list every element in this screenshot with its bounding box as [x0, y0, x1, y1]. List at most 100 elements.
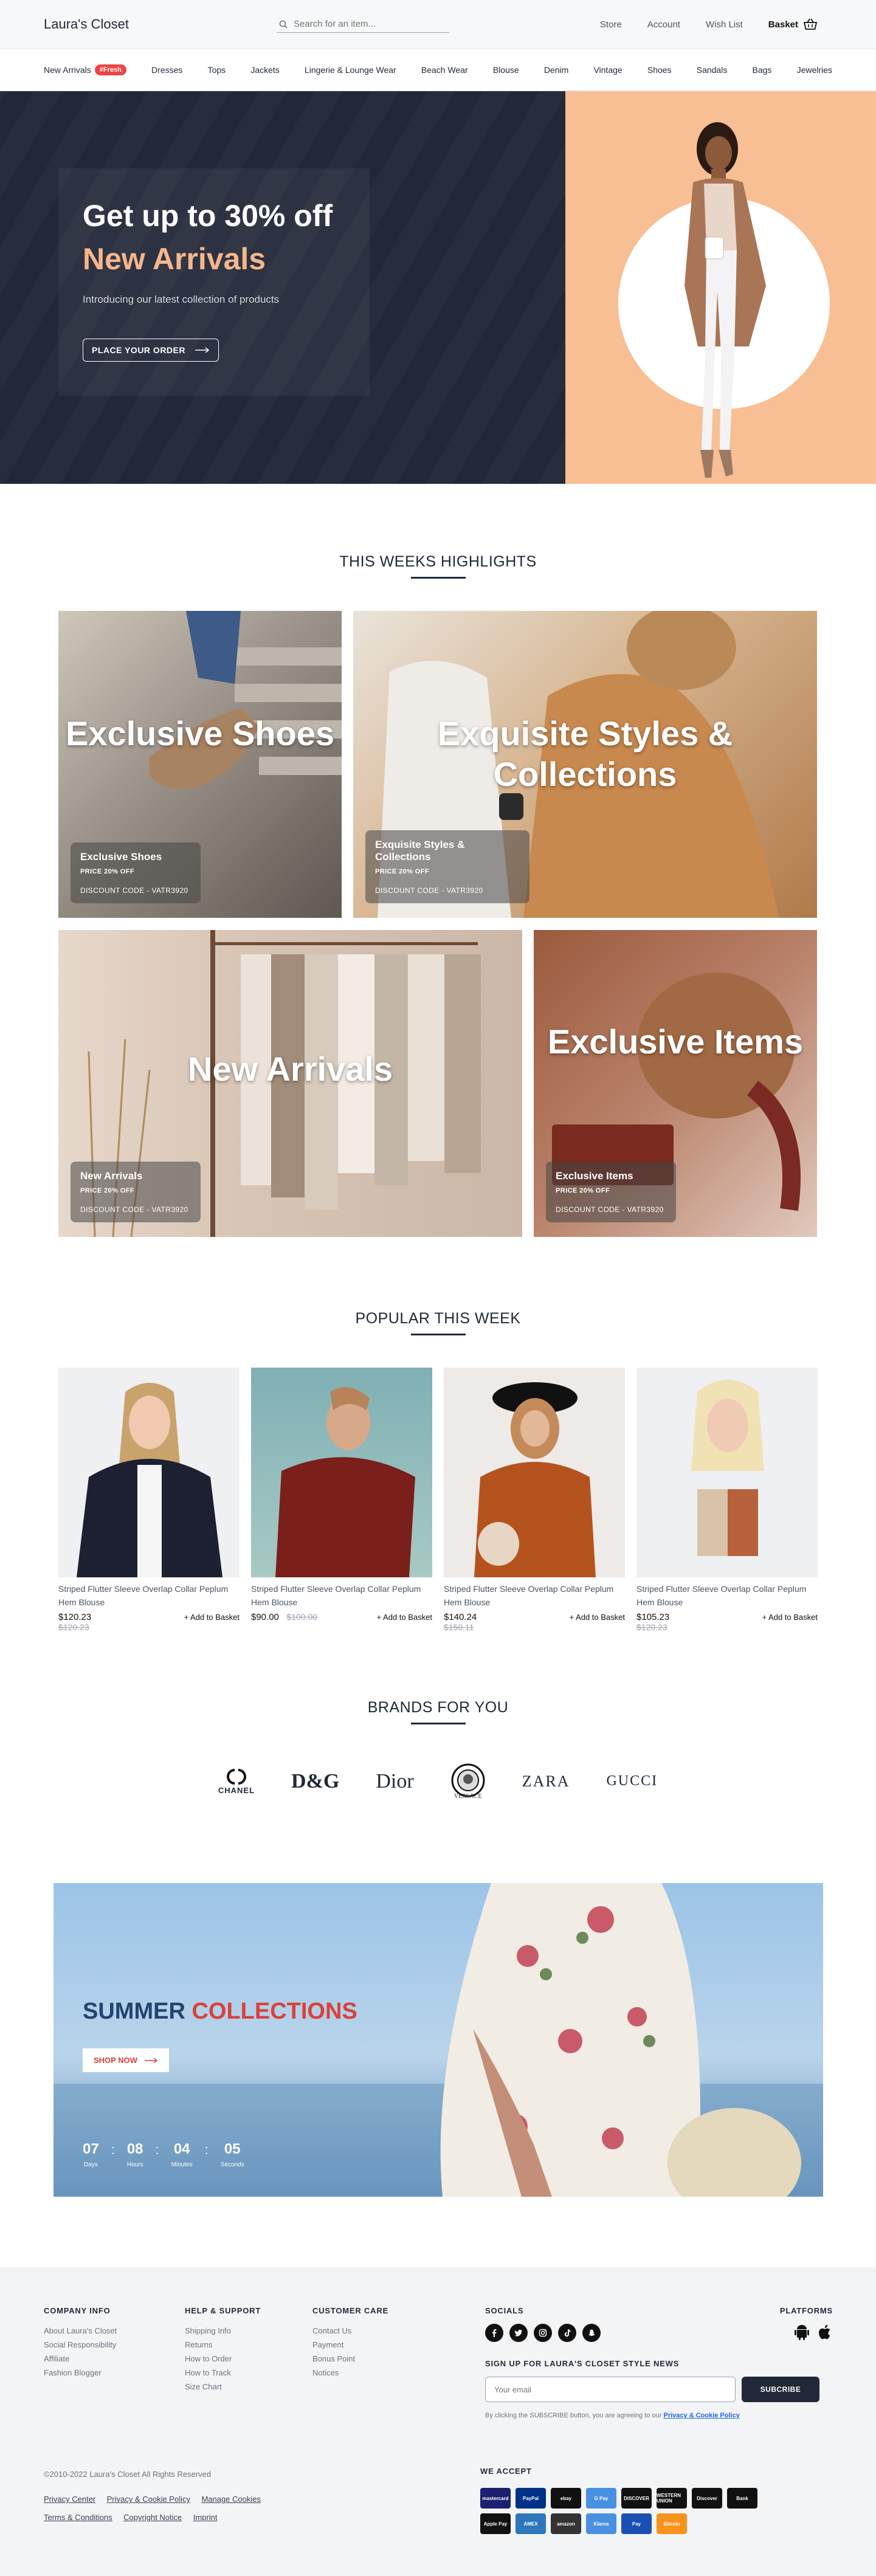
footer-link[interactable]: Bonus Point: [312, 2352, 388, 2366]
product-image[interactable]: [444, 1368, 625, 1577]
search-bar[interactable]: [277, 16, 449, 33]
legal-link[interactable]: Copyright Notice: [123, 2513, 182, 2522]
subscribe-button[interactable]: SUBCRIBE: [742, 2377, 819, 2402]
cat-new-arrivals[interactable]: New Arrivals #Fresh: [44, 64, 126, 75]
footer-care: CUSTOMER CARE Contact Us Payment Bonus P…: [312, 2306, 388, 2380]
nav-store[interactable]: Store: [600, 19, 622, 30]
product-name[interactable]: Striped Flutter Sleeve Overlap Collar Pe…: [444, 1582, 625, 1610]
footer-heading: CUSTOMER CARE: [312, 2306, 389, 2315]
cat-jackets[interactable]: Jackets: [250, 65, 279, 75]
countdown-separator: :: [204, 2142, 209, 2157]
nav-account[interactable]: Account: [647, 19, 680, 30]
payment-method-icon: Bank: [727, 2488, 757, 2509]
shop-now-button[interactable]: SHOP NOW: [83, 2048, 169, 2072]
cat-sandals[interactable]: Sandals: [697, 65, 728, 75]
instagram-icon[interactable]: [534, 2324, 552, 2342]
footer: COMPANY INFO About Laura's Closet Social…: [0, 2267, 876, 2576]
android-icon[interactable]: [794, 2324, 810, 2341]
footer-platforms: PLATFORMS: [767, 2306, 833, 2341]
footer-link[interactable]: Payment: [312, 2338, 388, 2352]
footer-link[interactable]: How to Track: [185, 2366, 261, 2380]
product-image[interactable]: [251, 1368, 432, 1577]
footer-link[interactable]: Fashion Blogger: [44, 2366, 117, 2380]
category-nav: New Arrivals #Fresh Dresses Tops Jackets …: [0, 49, 876, 91]
product-card[interactable]: Striped Flutter Sleeve Overlap Collar Pe…: [58, 1368, 240, 1632]
cat-shoes[interactable]: Shoes: [647, 65, 672, 75]
cat-bags[interactable]: Bags: [753, 65, 772, 75]
basket-button[interactable]: Basket: [768, 18, 818, 30]
privacy-link[interactable]: Privacy & Cookie Policy: [664, 2412, 740, 2419]
brand-row: CHANEL D&G Dior VERSACE ZARA GUCCI: [0, 1763, 876, 1800]
twitter-icon[interactable]: [509, 2324, 528, 2342]
cat-lingerie[interactable]: Lingerie & Lounge Wear: [305, 65, 396, 75]
footer-link[interactable]: Returns: [185, 2338, 261, 2352]
cat-vintage[interactable]: Vintage: [593, 65, 622, 75]
brand-dg[interactable]: D&G: [291, 1770, 339, 1793]
product-name[interactable]: Striped Flutter Sleeve Overlap Collar Pe…: [636, 1582, 818, 1610]
countdown-label: Days: [83, 2161, 98, 2168]
product-card[interactable]: Striped Flutter Sleeve Overlap Collar Pe…: [636, 1368, 818, 1632]
email-input[interactable]: [485, 2377, 736, 2402]
cat-blouse[interactable]: Blouse: [493, 65, 519, 75]
tile-shoes-heading: Exclusive Shoes: [65, 714, 334, 752]
product-image[interactable]: [58, 1368, 240, 1577]
legal-links-2: Terms & Conditions Copyright Notice Impr…: [44, 2512, 226, 2523]
search-input[interactable]: [294, 19, 440, 29]
footer-link[interactable]: Shipping Info: [185, 2324, 261, 2338]
cat-denim[interactable]: Denim: [544, 65, 568, 75]
place-order-button[interactable]: PLACE YOUR ORDER: [83, 339, 219, 362]
nav-wishlist[interactable]: Wish List: [706, 19, 743, 30]
brand-chanel[interactable]: CHANEL: [218, 1768, 255, 1795]
apple-icon[interactable]: [818, 2324, 833, 2341]
footer-help: HELP & SUPPORT Shipping Info Returns How…: [185, 2306, 261, 2394]
countdown-label: Seconds: [220, 2161, 244, 2168]
tile-shoes-card: Exclusive Shoes PRICE 20% OFF DISCOUNT C…: [71, 842, 201, 903]
legal-link[interactable]: Terms & Conditions: [44, 2513, 112, 2522]
footer-link[interactable]: Contact Us: [312, 2324, 388, 2338]
brands-header: BRANDS FOR YOU: [0, 1699, 876, 1724]
footer-link[interactable]: About Laura's Closet: [44, 2324, 117, 2338]
legal-link[interactable]: Privacy & Cookie Policy: [107, 2495, 190, 2504]
add-to-basket-button[interactable]: + Add to Basket: [762, 1613, 818, 1622]
facebook-icon[interactable]: [485, 2324, 503, 2342]
payment-method-icon: G Pay: [586, 2488, 616, 2509]
tile-new-arrivals[interactable]: New Arrivals New Arrivals PRICE 20% OFF …: [58, 930, 522, 1237]
tile-promo: PRICE 20% OFF: [80, 1187, 134, 1194]
legal-link[interactable]: Imprint: [193, 2513, 218, 2522]
brand-zara[interactable]: ZARA: [522, 1772, 570, 1791]
add-to-basket-button[interactable]: + Add to Basket: [570, 1613, 625, 1622]
cat-tops[interactable]: Tops: [208, 65, 226, 75]
tile-exquisite-styles[interactable]: Exquisite Styles & Collections Exquisite…: [353, 611, 817, 918]
brand-versace[interactable]: VERSACE: [450, 1763, 486, 1800]
tile-exclusive-items[interactable]: Exclusive Items Exclusive Items PRICE 20…: [534, 930, 817, 1237]
footer-link[interactable]: Affiliate: [44, 2352, 117, 2366]
site-logo[interactable]: Laura's Closet: [44, 16, 129, 32]
snapchat-icon[interactable]: [582, 2324, 601, 2342]
countdown-label: Hours: [126, 2161, 143, 2168]
product-name[interactable]: Striped Flutter Sleeve Overlap Collar Pe…: [58, 1582, 240, 1610]
footer-link[interactable]: How to Order: [185, 2352, 261, 2366]
tiktok-icon[interactable]: [558, 2324, 576, 2342]
cat-beach-wear[interactable]: Beach Wear: [421, 65, 468, 75]
tile-promo: PRICE 20% OFF: [556, 1187, 610, 1194]
tile-exclusive-shoes[interactable]: Exclusive Shoes Exclusive Shoes PRICE 20…: [58, 611, 342, 918]
brand-gucci[interactable]: GUCCI: [606, 1773, 658, 1789]
footer-link[interactable]: Social Responsibility: [44, 2338, 117, 2352]
product-card[interactable]: Striped Flutter Sleeve Overlap Collar Pe…: [444, 1368, 625, 1632]
payment-method-icon: PayPal: [516, 2488, 546, 2509]
cat-dresses[interactable]: Dresses: [151, 65, 182, 75]
cat-jewelries[interactable]: Jewelries: [797, 65, 832, 75]
brand-dior[interactable]: Dior: [376, 1770, 413, 1793]
tile-promo: PRICE 20% OFF: [375, 868, 429, 875]
add-to-basket-button[interactable]: + Add to Basket: [184, 1613, 240, 1622]
product-card[interactable]: Striped Flutter Sleeve Overlap Collar Pe…: [251, 1368, 432, 1622]
footer-link[interactable]: Size Chart: [185, 2380, 261, 2394]
tile-styles-card: Exquisite Styles & Collections PRICE 20%…: [365, 830, 529, 903]
add-to-basket-button[interactable]: + Add to Basket: [377, 1613, 432, 1622]
legal-link[interactable]: Manage Cookies: [201, 2495, 261, 2504]
product-image[interactable]: [636, 1368, 818, 1577]
highlights-underline: [410, 577, 466, 579]
legal-link[interactable]: Privacy Center: [44, 2495, 95, 2504]
footer-link[interactable]: Notices: [312, 2366, 388, 2380]
product-name[interactable]: Striped Flutter Sleeve Overlap Collar Pe…: [251, 1582, 432, 1610]
